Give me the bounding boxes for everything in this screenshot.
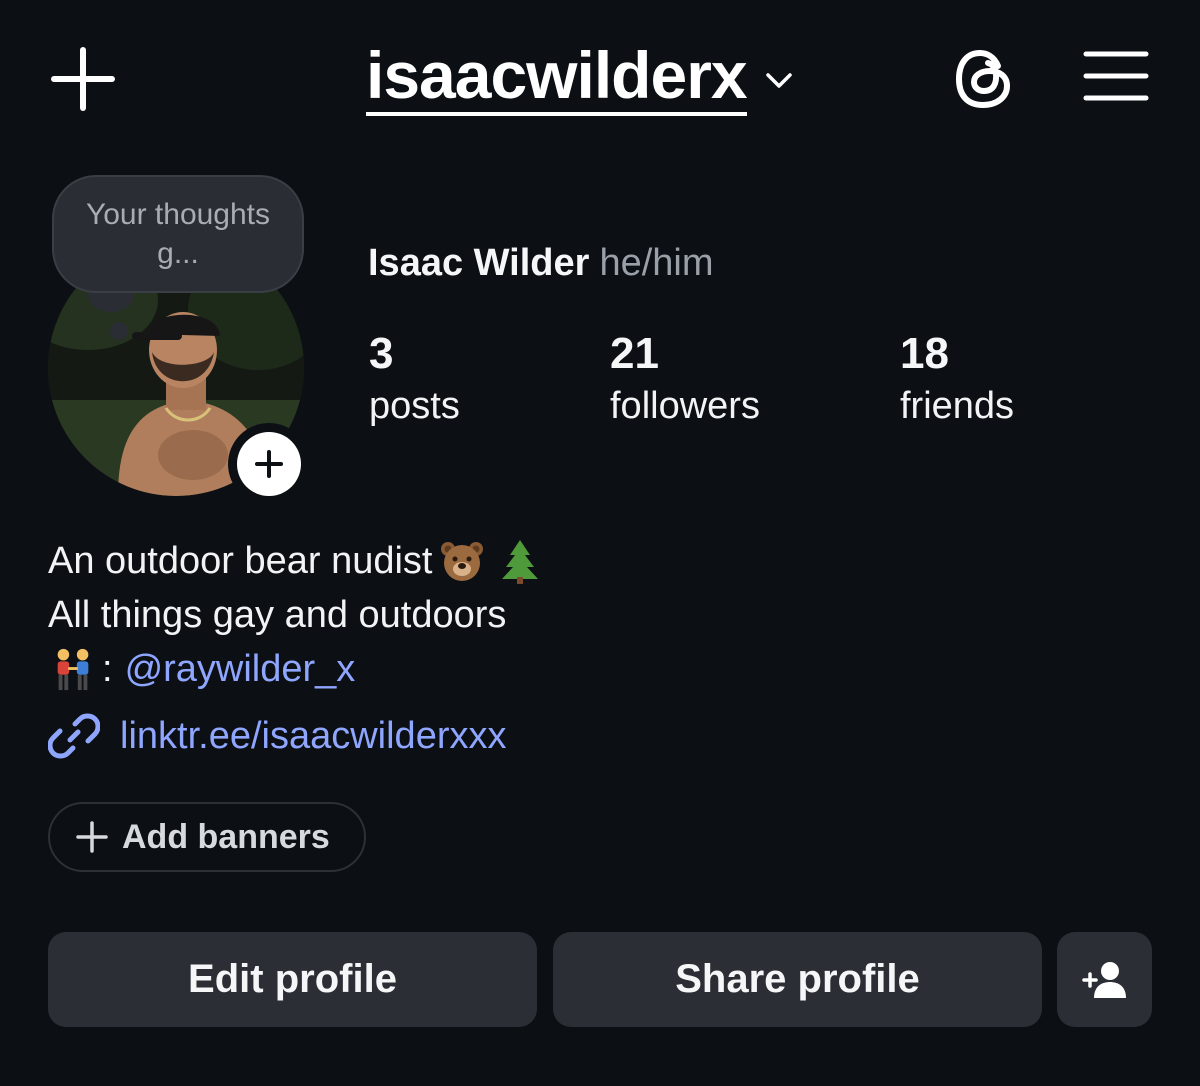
plus-icon	[76, 821, 108, 853]
stat-value: 3	[369, 329, 394, 378]
profile-name-line: Isaac Wilder he/him	[368, 240, 714, 286]
stat-friends[interactable]: 18 friends	[900, 328, 1014, 432]
plus-icon	[255, 450, 283, 478]
account-switcher[interactable]: isaacwilderx	[366, 38, 795, 118]
edit-profile-label: Edit profile	[188, 957, 397, 1001]
link-icon	[48, 713, 100, 759]
username-title: isaacwilderx	[366, 40, 748, 116]
share-profile-button[interactable]: Share profile	[553, 932, 1042, 1027]
add-person-icon	[1081, 961, 1126, 998]
bio-separator: :	[102, 648, 113, 690]
note-thought-bubble[interactable]: Your thoughts g...	[52, 175, 304, 293]
evergreen-tree-emoji	[501, 540, 538, 584]
threads-icon	[956, 50, 1010, 108]
new-post-button[interactable]	[50, 46, 116, 112]
stat-followers[interactable]: 21 followers	[610, 328, 760, 432]
bio-line-1: An outdoor bear nudist	[48, 534, 545, 588]
stat-label: friends	[900, 385, 1015, 427]
bio-line-3: : @raywilder_x	[48, 642, 545, 696]
hamburger-menu-icon	[1083, 51, 1149, 101]
link-text: linktr.ee/isaacwilderxxx	[120, 715, 507, 757]
bio-line-2: All things gay and outdoors	[48, 588, 545, 642]
share-profile-label: Share profile	[675, 957, 920, 1001]
stat-label: posts	[369, 385, 460, 427]
bio-link[interactable]: linktr.ee/isaacwilderxxx	[48, 706, 506, 766]
add-story-circle	[237, 432, 301, 496]
thought-bubble-tail-dot	[110, 322, 128, 340]
stat-label: followers	[610, 385, 760, 427]
edit-profile-button[interactable]: Edit profile	[48, 932, 537, 1027]
mention-link[interactable]: @raywilder_x	[125, 642, 356, 696]
threads-button[interactable]	[950, 44, 1020, 114]
stat-value: 21	[610, 329, 659, 378]
thought-bubble-text: Your thoughts g...	[85, 198, 271, 270]
pronouns: he/him	[599, 242, 714, 284]
stat-value: 18	[900, 329, 949, 378]
chevron-down-icon	[765, 73, 792, 88]
add-banners-label: Add banners	[122, 817, 330, 856]
two-men-holding-hands-emoji	[57, 648, 89, 691]
menu-button[interactable]	[1082, 48, 1150, 108]
display-name: Isaac Wilder	[368, 242, 590, 284]
add-banners-button[interactable]: Add banners	[48, 802, 366, 872]
add-story-button[interactable]	[228, 423, 310, 505]
bio-text: All things gay and outdoors	[48, 594, 507, 636]
bio-text: An outdoor bear nudist	[48, 540, 433, 582]
bear-face-emoji	[440, 542, 483, 581]
bio: An outdoor bear nudist All things gay an…	[48, 534, 545, 696]
stat-posts[interactable]: 3 posts	[369, 328, 460, 432]
plus-icon	[51, 47, 115, 111]
add-friend-button[interactable]	[1057, 932, 1152, 1027]
